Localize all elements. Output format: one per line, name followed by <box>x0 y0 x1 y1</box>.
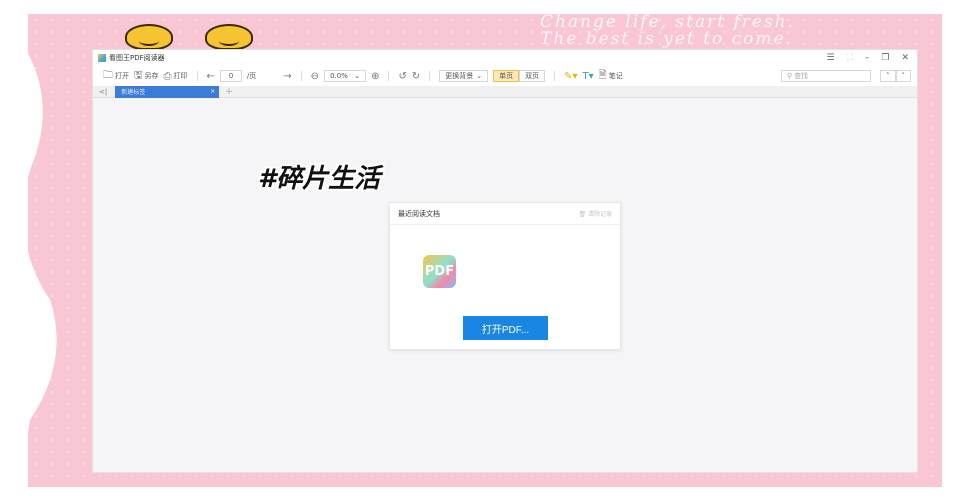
search-icon: ⚲ <box>787 72 793 80</box>
double-page-label: 双页 <box>525 72 540 80</box>
recent-documents-panel: 最近阅读文档 🗑 清除记录 PDF 打开PDF... <box>389 202 621 350</box>
divider <box>300 71 302 81</box>
rotate-left-icon[interactable]: ↺ <box>398 71 406 82</box>
clear-history-button[interactable]: 🗑 清除记录 <box>578 209 612 218</box>
divider <box>429 71 431 81</box>
text-tool-icon[interactable]: T▾ <box>583 71 594 82</box>
pdf-icon: PDF <box>423 255 456 288</box>
note-button[interactable]: 🗎 笔记 <box>599 68 623 85</box>
hashtag-overlay: #碎片生活 <box>258 164 381 194</box>
printer-icon: ⎙ <box>163 70 172 82</box>
save-as-button[interactable]: 🖫 另存 <box>134 68 159 85</box>
smiley-heart-icon <box>205 24 253 50</box>
tab-new[interactable]: 新建标签 × <box>115 85 220 98</box>
toolbar: 🗀 打开 🖫 另存 ⎙ 打印 ← 0 /页 → ⊖ 0.0% ⌄ ⊕ ↺ ↻ 更换背景 ⌄… <box>93 66 917 86</box>
clear-label: 清除记录 <box>587 211 612 218</box>
search-input[interactable]: ⚲ 查找 <box>781 70 871 82</box>
close-icon[interactable]: × <box>210 88 215 95</box>
decor-quote: Change life, start fresh. The best is yet… <box>540 14 795 48</box>
background-label: 更换背景 <box>445 72 474 80</box>
next-page-arrow-icon[interactable]: → <box>283 71 291 82</box>
zoom-select[interactable]: 0.0% ⌄ <box>324 70 367 82</box>
pdf-icon-text: PDF <box>424 264 455 279</box>
search-prev-button[interactable]: ˄ <box>880 70 896 82</box>
divider <box>388 71 390 81</box>
single-page-button[interactable]: 单页 <box>493 70 520 82</box>
print-button[interactable]: ⎙ 打印 <box>164 71 188 82</box>
window-title: 看图王PDF阅读器 <box>109 54 165 62</box>
note-label: 笔记 <box>608 72 623 80</box>
open-button[interactable]: 🗀 打开 <box>103 68 129 85</box>
rotate-right-icon[interactable]: ↻ <box>412 71 420 82</box>
app-logo-icon <box>98 54 106 62</box>
smiley-heart-icon <box>125 24 173 50</box>
divider <box>554 71 556 81</box>
zoom-out-icon[interactable]: ⊖ <box>311 71 319 82</box>
zoom-in-icon[interactable]: ⊕ <box>371 71 379 82</box>
trash-icon: 🗑 <box>578 211 587 218</box>
prev-page-arrow-icon[interactable]: ← <box>207 71 215 82</box>
menu-button[interactable]: ☰ <box>826 53 834 63</box>
chevron-down-icon: ⌄ <box>354 72 361 80</box>
fullscreen-button[interactable]: ⛶ <box>847 53 853 63</box>
tab-collapse-icon[interactable]: <| <box>99 88 107 96</box>
single-page-label: 单页 <box>499 72 514 80</box>
add-tab-button[interactable]: + <box>225 87 233 97</box>
page-suffix: /页 <box>246 72 257 80</box>
search-placeholder: 查找 <box>794 72 809 80</box>
tab-label: 新建标签 <box>121 89 146 96</box>
chevron-down-icon: ⌄ <box>476 72 483 80</box>
background-select[interactable]: 更换背景 ⌄ <box>439 70 489 82</box>
note-icon: 🗎 <box>598 69 607 81</box>
divider <box>196 71 198 81</box>
maximize-button[interactable]: ❐ <box>881 53 889 63</box>
page-input[interactable]: 0 <box>219 70 242 82</box>
zoom-value: 0.0% <box>330 72 348 80</box>
double-page-button[interactable]: 双页 <box>519 70 546 82</box>
recent-title: 最近阅读文档 <box>398 209 440 218</box>
close-button[interactable]: ✕ <box>901 53 909 63</box>
save-as-label: 另存 <box>144 72 159 80</box>
wave-border <box>20 40 57 480</box>
title-bar: 看图王PDF阅读器 ☰ ⛶ – ❐ ✕ <box>93 50 917 66</box>
folder-icon: 🗀 <box>103 69 113 81</box>
minimize-button[interactable]: – <box>865 53 870 63</box>
highlighter-icon[interactable]: ✎▾ <box>564 71 577 82</box>
print-label: 打印 <box>173 72 188 80</box>
open-pdf-button[interactable]: 打开PDF... <box>463 316 548 340</box>
quote-line: The best is yet to come. <box>540 29 793 49</box>
search-next-button[interactable]: ˅ <box>895 70 911 82</box>
open-label: 打开 <box>115 72 129 80</box>
tab-bar: <| 新建标签 × + <box>93 85 917 98</box>
save-icon: 🖫 <box>134 69 143 81</box>
